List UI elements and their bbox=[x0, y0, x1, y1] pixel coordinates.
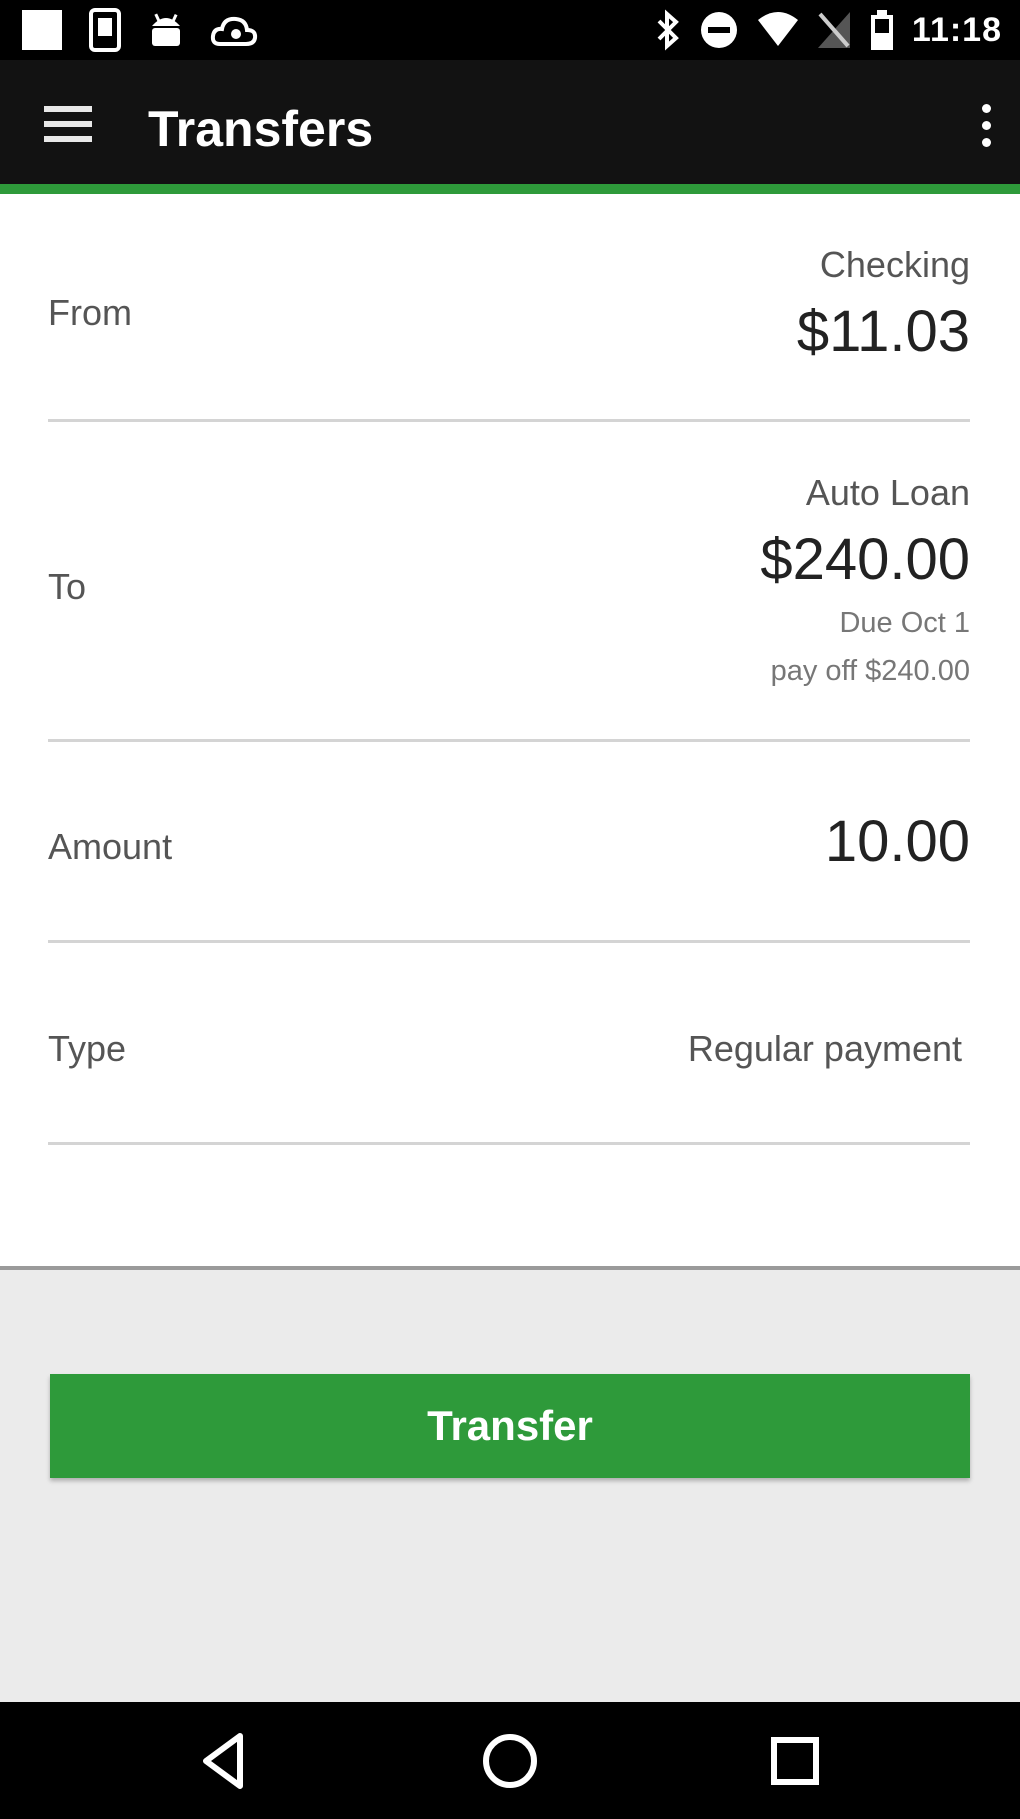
divider bbox=[48, 940, 970, 943]
hamburger-menu-icon[interactable] bbox=[44, 106, 92, 142]
divider bbox=[48, 739, 970, 742]
app-bar-accent-line bbox=[0, 184, 1020, 194]
status-bar: 11:18 bbox=[0, 0, 1020, 60]
notification-square-icon bbox=[22, 10, 62, 50]
back-icon[interactable] bbox=[192, 1728, 258, 1794]
transfer-form: From Checking $11.03 To Auto Loan $240.0… bbox=[0, 194, 1020, 1266]
navigation-bar bbox=[0, 1702, 1020, 1819]
battery-icon bbox=[870, 10, 893, 50]
recents-icon[interactable] bbox=[762, 1728, 828, 1794]
android-icon bbox=[152, 13, 180, 46]
payoff-text: pay off $240.00 bbox=[770, 655, 970, 687]
no-signal-icon bbox=[817, 12, 850, 48]
type-label: Type bbox=[48, 1028, 127, 1069]
do-not-disturb-icon bbox=[700, 12, 737, 48]
cloud-icon bbox=[210, 16, 258, 46]
to-account-name: Auto Loan bbox=[805, 472, 970, 513]
amount-field[interactable]: 10.00 bbox=[825, 808, 970, 875]
amount-label: Amount bbox=[48, 826, 173, 867]
to-label: To bbox=[48, 566, 87, 607]
home-icon[interactable] bbox=[477, 1728, 543, 1794]
from-label: From bbox=[48, 292, 132, 333]
app-bar: Transfers bbox=[0, 60, 1020, 184]
from-account-balance: $11.03 bbox=[796, 299, 970, 364]
bluetooth-icon bbox=[657, 9, 679, 51]
divider bbox=[48, 419, 970, 422]
status-time: 11:18 bbox=[911, 10, 1002, 49]
wifi-icon bbox=[757, 12, 798, 46]
payment-type-value[interactable]: Regular payment bbox=[688, 1028, 962, 1070]
from-account-name: Checking bbox=[819, 244, 970, 285]
action-area: Transfer bbox=[0, 1270, 1020, 1702]
divider bbox=[48, 1142, 970, 1145]
due-date-text: Due Oct 1 bbox=[839, 607, 970, 639]
sim-card-icon bbox=[89, 8, 121, 52]
to-account-amount: $240.00 bbox=[760, 527, 970, 592]
transfer-button[interactable]: Transfer bbox=[50, 1374, 970, 1478]
more-vert-icon[interactable] bbox=[976, 104, 996, 148]
page-title: Transfers bbox=[148, 101, 374, 157]
